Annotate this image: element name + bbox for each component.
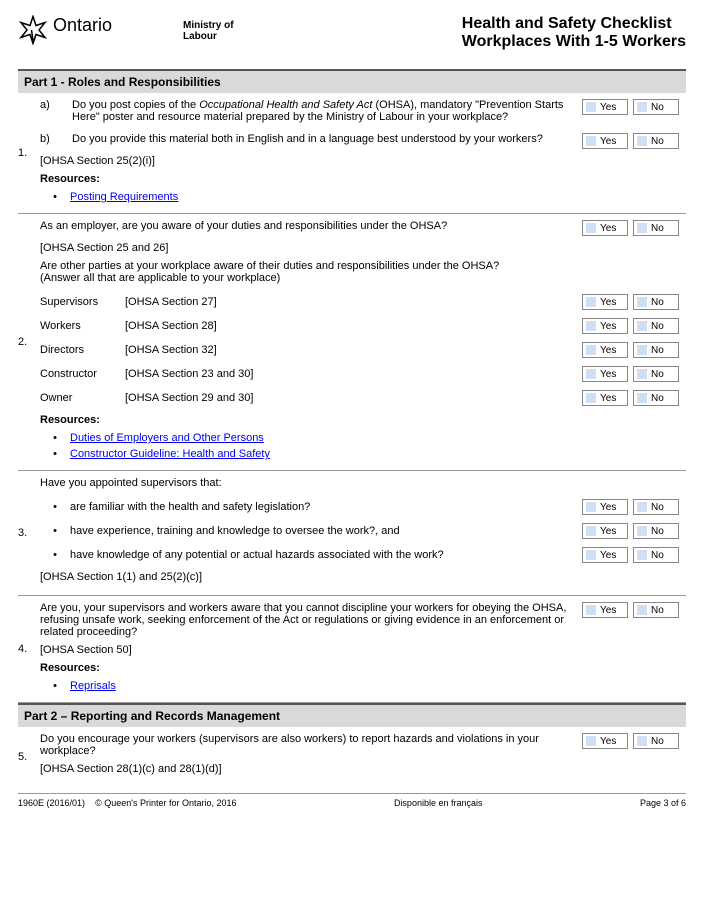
q2-owner-label: Owner xyxy=(40,392,125,404)
q2-constructor-yes[interactable]: Yes xyxy=(582,366,628,382)
q3-r2-yes[interactable]: Yes xyxy=(582,523,628,539)
q1-resources-label: Resources: xyxy=(40,173,682,185)
q3-r1-no[interactable]: No xyxy=(633,499,679,515)
page-number: Page 3 of 6 xyxy=(640,798,686,808)
trillium-icon xyxy=(18,15,48,45)
q3-number: 3. xyxy=(18,471,40,595)
ontario-wordmark: Ontario xyxy=(53,15,112,36)
ministry-label: Ministry of Labour xyxy=(183,20,234,42)
q3-r2-no[interactable]: No xyxy=(633,523,679,539)
q2-owner-no[interactable]: No xyxy=(633,390,679,406)
q2-supervisors-no[interactable]: No xyxy=(633,294,679,310)
q2-link-constructor[interactable]: Constructor Guideline: Health and Safety xyxy=(70,448,270,460)
logo-block: Ontario xyxy=(18,15,168,45)
q1a-letter: a) xyxy=(40,99,72,111)
q2-main-yes-checkbox[interactable]: Yes xyxy=(582,220,628,236)
q2-ref1: [OHSA Section 25 and 26] xyxy=(40,242,682,254)
q2-main-no-checkbox[interactable]: No xyxy=(633,220,679,236)
q2-workers-yes[interactable]: Yes xyxy=(582,318,628,334)
q5-number: 5. xyxy=(18,727,40,787)
q4-link-reprisals[interactable]: Reprisals xyxy=(70,680,116,692)
q2-supervisors-label: Supervisors xyxy=(40,296,125,308)
q1b-yes-checkbox[interactable]: Yes xyxy=(582,133,628,149)
q4-yes-checkbox[interactable]: Yes xyxy=(582,602,628,618)
q2-workers-label: Workers xyxy=(40,320,125,332)
q2-directors-yes[interactable]: Yes xyxy=(582,342,628,358)
title-line1: Health and Safety Checklist xyxy=(462,15,686,33)
q3-row1: are familiar with the health and safety … xyxy=(70,501,582,513)
q2-workers-no[interactable]: No xyxy=(633,318,679,334)
q3-r1-yes[interactable]: Yes xyxy=(582,499,628,515)
q2-owner-yes[interactable]: Yes xyxy=(582,390,628,406)
part1-header: Part 1 - Roles and Responsibilities xyxy=(18,69,686,93)
q2-directors-label: Directors xyxy=(40,344,125,356)
q2-number: 2. xyxy=(18,214,40,470)
q1a-yes-checkbox[interactable]: Yes xyxy=(582,99,628,115)
page-footer: 1960E (2016/01) © Queen's Printer for On… xyxy=(18,793,686,812)
q3-row2: have experience, training and knowledge … xyxy=(70,525,582,537)
q3-row3: have knowledge of any potential or actua… xyxy=(70,549,582,561)
q5-no-checkbox[interactable]: No xyxy=(633,733,679,749)
q4-number: 4. xyxy=(18,596,40,702)
q1-number: 1. xyxy=(18,93,40,213)
q2-link-duties[interactable]: Duties of Employers and Other Persons xyxy=(70,432,264,444)
q1b-text: Do you provide this material both in Eng… xyxy=(72,133,582,145)
q5-yes-checkbox[interactable]: Yes xyxy=(582,733,628,749)
document-title: Health and Safety Checklist Workplaces W… xyxy=(462,15,686,51)
q1a-no-checkbox[interactable]: No xyxy=(633,99,679,115)
q2-constructor-no[interactable]: No xyxy=(633,366,679,382)
q2-supervisors-yes[interactable]: Yes xyxy=(582,294,628,310)
q1b-letter: b) xyxy=(40,133,72,145)
title-line2: Workplaces With 1-5 Workers xyxy=(462,33,686,51)
q1b-no-checkbox[interactable]: No xyxy=(633,133,679,149)
copyright: © Queen's Printer for Ontario, 2016 xyxy=(95,798,236,808)
q2-resources-label: Resources: xyxy=(40,414,682,426)
q1a-text: Do you post copies of the Occupational H… xyxy=(72,99,582,123)
q4-text: Are you, your supervisors and workers aw… xyxy=(40,602,582,638)
q1-reference: [OHSA Section 25(2)(i)] xyxy=(40,155,682,167)
form-number: 1960E (2016/01) xyxy=(18,798,85,808)
q2-directors-no[interactable]: No xyxy=(633,342,679,358)
q2-line1: As an employer, are you aware of your du… xyxy=(40,220,582,232)
part2-header: Part 2 – Reporting and Records Managemen… xyxy=(18,703,686,727)
footer-french: Disponible en français xyxy=(394,798,483,808)
q3-intro: Have you appointed supervisors that: xyxy=(40,477,682,489)
q3-ref: [OHSA Section 1(1) and 25(2)(c)] xyxy=(40,571,682,583)
q4-resources-label: Resources: xyxy=(40,662,682,674)
q5-text: Do you encourage your workers (superviso… xyxy=(40,733,582,757)
q3-r3-yes[interactable]: Yes xyxy=(582,547,628,563)
q2-constructor-label: Constructor xyxy=(40,368,125,380)
q3-r3-no[interactable]: No xyxy=(633,547,679,563)
q1-link-posting[interactable]: Posting Requirements xyxy=(70,191,178,203)
page-header: Ontario Ministry of Labour Health and Sa… xyxy=(18,15,686,51)
q2-line2: Are other parties at your workplace awar… xyxy=(40,260,682,284)
q4-no-checkbox[interactable]: No xyxy=(633,602,679,618)
q4-ref: [OHSA Section 50] xyxy=(40,644,682,656)
q5-ref: [OHSA Section 28(1)(c) and 28(1)(d)] xyxy=(40,763,682,775)
